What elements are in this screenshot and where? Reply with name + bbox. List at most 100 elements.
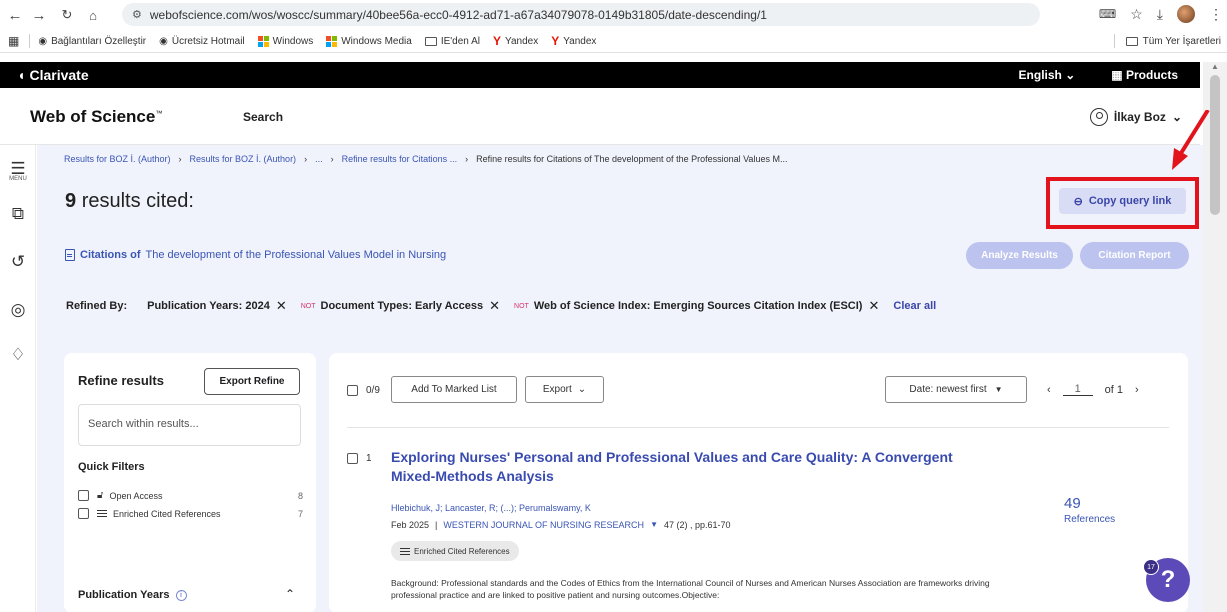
bookmark-item[interactable]: ◉ Bağlantıları Özelleştir <box>38 36 146 47</box>
marked-list-icon[interactable]: ⧉ <box>9 204 27 224</box>
checkbox[interactable] <box>347 385 358 396</box>
clarivate-logo[interactable]: ◖ Clarivate <box>17 67 89 83</box>
scroll-thumb[interactable] <box>1210 75 1220 215</box>
bookmark-item[interactable]: ◉ Ücretsiz Hotmail <box>159 36 245 47</box>
history-icon[interactable]: ↺ <box>9 252 27 272</box>
refined-by-row: Refined By: Publication Years: 2024 ✕ NOT… <box>66 298 936 314</box>
bookmark-item[interactable]: IE'den Al <box>424 36 480 47</box>
enriched-references-badge: Enriched Cited References <box>391 541 519 561</box>
reload-icon[interactable]: ↻ <box>56 4 78 26</box>
products-menu[interactable]: ▦ Products <box>1111 68 1178 82</box>
chevron-up-icon[interactable]: ⌃ <box>285 587 295 601</box>
profile-icon[interactable]: ◎ <box>9 300 27 320</box>
enriched-references-icon <box>400 547 410 555</box>
refine-panel: Refine results Export Refine Search with… <box>64 353 316 612</box>
address-bar[interactable]: ⚙ webofscience.com/wos/woscc/summary/40b… <box>122 3 1040 26</box>
bookmark-item[interactable]: Windows <box>257 35 313 47</box>
windows-icon <box>326 35 338 47</box>
sort-select[interactable]: Date: newest first ▼ <box>885 376 1027 403</box>
clear-all-link[interactable]: Clear all <box>893 300 936 312</box>
filter-chip[interactable]: NOT Document Types: Early Access ✕ <box>301 298 500 314</box>
main-content: Results for BOZ İ. (Author) › Results for… <box>37 145 1203 612</box>
record-pubinfo: Feb 2025 | WESTERN JOURNAL OF NURSING RES… <box>391 520 731 530</box>
publication-years-heading[interactable]: Publication Years i <box>78 589 187 601</box>
language-selector[interactable]: English ⌄ <box>1019 68 1076 82</box>
user-icon <box>1089 108 1108 126</box>
breadcrumb-item[interactable]: ... <box>315 154 323 164</box>
breadcrumb-item[interactable]: Results for BOZ İ. (Author) <box>190 154 297 164</box>
site-settings-icon[interactable]: ⚙ <box>132 8 142 21</box>
record-abstract: Background: Professional standards and t… <box>391 578 990 600</box>
folder-icon <box>1125 36 1138 46</box>
checkbox[interactable] <box>347 453 358 464</box>
quick-filter-enriched[interactable]: Enriched Cited References 7 <box>78 508 303 519</box>
annotation-arrow <box>1172 110 1210 170</box>
next-page-icon[interactable]: › <box>1135 384 1139 396</box>
windows-icon <box>257 35 269 47</box>
left-rail: ☰ MENU ⧉ ↺ ◎ ♢ <box>0 145 36 612</box>
search-within-input[interactable]: Search within results... <box>78 404 301 446</box>
references-label[interactable]: References <box>1064 514 1115 525</box>
user-menu[interactable]: İlkay Boz ⌄ <box>1089 108 1182 126</box>
clarivate-topbar: ◖ Clarivate English ⌄ ▦ Products <box>0 62 1200 88</box>
breadcrumb-item[interactable]: Refine results for Citations ... <box>342 154 458 164</box>
globe-icon: ◉ <box>159 35 168 47</box>
all-bookmarks[interactable]: Tüm Yer İşaretleri <box>1112 34 1221 48</box>
record-title-link[interactable]: Exploring Nurses' Personal and Professio… <box>391 448 991 486</box>
export-button[interactable]: Export ⌄ <box>525 376 604 403</box>
select-all[interactable]: 0/9 <box>347 385 380 396</box>
bookmark-item[interactable]: Windows Media <box>326 35 412 47</box>
document-icon <box>65 249 75 261</box>
pagination: ‹ 1 of 1 › <box>1047 383 1139 396</box>
back-arrow-icon[interactable]: ← <box>4 4 26 26</box>
filter-chip[interactable]: Publication Years: 2024 ✕ <box>147 298 287 314</box>
prev-page-icon[interactable]: ‹ <box>1047 384 1051 396</box>
yandex-icon: Y <box>493 34 502 48</box>
journal-link[interactable]: WESTERN JOURNAL OF NURSING RESEARCH <box>443 520 644 530</box>
help-notification-badge: 17 <box>1143 559 1159 575</box>
chevron-down-icon: ⌄ <box>577 384 587 395</box>
close-icon[interactable]: ✕ <box>276 298 287 314</box>
record-select[interactable]: 1 <box>347 453 372 464</box>
breadcrumb-item[interactable]: Results for BOZ İ. (Author) <box>64 154 171 164</box>
references-count[interactable]: 49 <box>1064 495 1081 512</box>
browser-menu-icon[interactable]: ⋮ <box>1209 6 1223 23</box>
bookmark-star-icon[interactable]: ☆ <box>1130 6 1143 23</box>
forward-arrow-icon[interactable]: → <box>28 4 50 26</box>
filter-chip[interactable]: NOT Web of Science Index: Emerging Source… <box>514 298 879 314</box>
wos-header: Web of Science™ Search İlkay Boz ⌄ <box>0 88 1200 145</box>
apps-grid-icon[interactable]: ▦ <box>8 34 19 48</box>
export-refine-button[interactable]: Export Refine <box>204 368 300 395</box>
caret-down-icon[interactable]: ▼ <box>650 520 658 530</box>
info-icon[interactable]: i <box>175 589 187 601</box>
page-input[interactable]: 1 <box>1062 383 1093 396</box>
citations-of-link[interactable]: Citations of The development of the Prof… <box>65 249 446 261</box>
search-link[interactable]: Search <box>243 110 283 124</box>
browser-profile-avatar[interactable] <box>1177 5 1195 23</box>
bookmark-item[interactable]: Y Yandex <box>493 34 538 48</box>
divider <box>347 427 1169 428</box>
citation-report-button[interactable]: Citation Report <box>1080 242 1189 269</box>
page-title: 9 results cited: <box>65 190 194 212</box>
caret-down-icon: ▼ <box>994 385 1003 394</box>
close-icon[interactable]: ✕ <box>489 298 500 314</box>
close-icon[interactable]: ✕ <box>868 298 879 314</box>
bookmark-item[interactable]: Y Yandex <box>551 34 596 48</box>
browser-toolbar: ← → ↻ ⌂ ⚙ webofscience.com/wos/woscc/sum… <box>0 0 1227 30</box>
record-authors[interactable]: Hlebichuk, J; Lancaster, R; (...); Perum… <box>391 503 591 513</box>
home-icon[interactable]: ⌂ <box>82 4 104 26</box>
download-icon[interactable]: ⤓ <box>1157 6 1163 23</box>
results-panel: 0/9 Add To Marked List Export ⌄ Date: ne… <box>329 353 1188 612</box>
wos-logo[interactable]: Web of Science™ <box>30 107 162 127</box>
yandex-icon: Y <box>551 34 560 48</box>
scroll-up-icon[interactable]: ▲ <box>1211 62 1219 71</box>
bell-icon[interactable]: ♢ <box>9 345 27 365</box>
analyze-results-button[interactable]: Analyze Results <box>966 242 1073 269</box>
translate-icon[interactable]: ⌨ <box>1099 7 1116 21</box>
breadcrumb: Results for BOZ İ. (Author) › Results for… <box>64 154 788 164</box>
grid-icon: ▦ <box>1111 68 1123 82</box>
checkbox[interactable] <box>78 508 89 519</box>
checkbox[interactable] <box>78 490 89 501</box>
add-to-marked-list-button[interactable]: Add To Marked List <box>391 376 517 403</box>
quick-filter-open-access[interactable]: 🔓︎ Open Access 8 <box>78 490 303 501</box>
